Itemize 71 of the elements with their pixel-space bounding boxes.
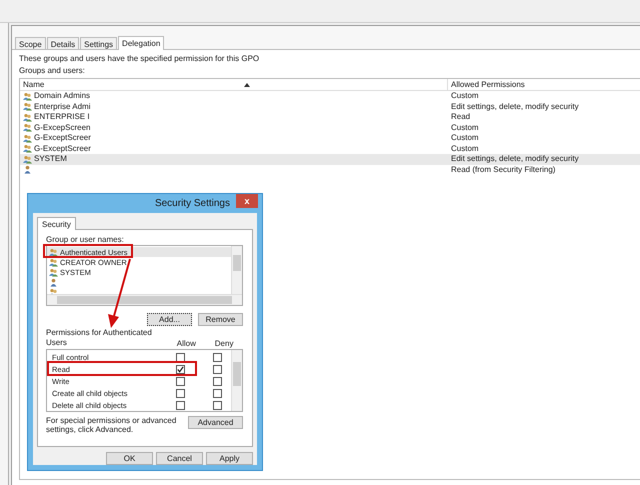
- checkbox[interactable]: [176, 388, 185, 398]
- permission-cell: Edit settings, delete, modify security: [451, 154, 579, 164]
- scrollbar[interactable]: [231, 246, 242, 294]
- column-header: Allow: [176, 339, 197, 348]
- permissions-label: Permissions for Authenticated Users: [46, 328, 153, 348]
- table-row[interactable]: G-ExceptScreer Custom: [20, 144, 640, 154]
- name-cell: G-ExceptScreer: [34, 133, 91, 144]
- users-icon: [23, 112, 32, 122]
- tab[interactable]: Details: [46, 37, 80, 49]
- users-icon: [49, 248, 58, 256]
- tab[interactable]: Security: [37, 217, 76, 230]
- dialog-button[interactable]: Cancel: [156, 452, 203, 465]
- checkbox[interactable]: [176, 400, 185, 410]
- permission-cell: Read (from Security Filtering): [451, 164, 556, 175]
- list-label: Groups and users:: [19, 65, 86, 77]
- users-icon: [49, 268, 58, 276]
- checkbox[interactable]: [213, 364, 222, 374]
- checkbox[interactable]: [213, 388, 222, 398]
- dialog-button[interactable]: OK: [106, 452, 153, 465]
- name-cell: G-ExcepScreen: [34, 122, 90, 133]
- description-text: These groups and users have the specified permission for this GPO: [19, 53, 260, 65]
- permission-cell: Custom: [451, 133, 479, 144]
- permission-cell: Custom: [451, 144, 479, 154]
- table-row[interactable]: ENTERPRISE I Read: [20, 112, 640, 122]
- column-header[interactable]: Name: [23, 80, 44, 89]
- column-header[interactable]: Allowed Permissions: [451, 80, 525, 89]
- close-button[interactable]: x: [236, 194, 258, 208]
- tab[interactable]: Delegation: [118, 36, 164, 50]
- users-icon: [23, 92, 32, 101]
- tab[interactable]: Scope: [15, 37, 46, 49]
- name-cell: SYSTEM: [34, 154, 67, 164]
- dialog-button[interactable]: Remove: [198, 313, 243, 326]
- name-cell: ENTERPRISE I: [34, 112, 90, 122]
- checkbox[interactable]: [176, 352, 185, 362]
- checkbox[interactable]: [176, 376, 185, 386]
- checkbox[interactable]: [213, 352, 222, 362]
- scrollbar[interactable]: [231, 350, 242, 411]
- advanced-button[interactable]: Advanced: [188, 416, 243, 429]
- scrollbar[interactable]: [47, 294, 242, 305]
- permission-cell: Custom: [451, 122, 479, 133]
- users-icon: [23, 134, 32, 143]
- checkbox[interactable]: [176, 364, 185, 374]
- name-cell: Domain Admins: [34, 91, 90, 102]
- table-row[interactable]: G-ExcepScreen Custom: [20, 122, 640, 133]
- table-row[interactable]: Domain Admins Custom: [20, 91, 640, 102]
- checkbox[interactable]: [213, 400, 222, 410]
- checkbox[interactable]: [213, 376, 222, 386]
- table-row[interactable]: SYSTEM Edit settings, delete, modify security: [20, 154, 640, 164]
- table-row[interactable]: Read (from Security Filtering): [20, 164, 640, 175]
- user-icon: [23, 165, 32, 174]
- table-row[interactable]: Enterprise Admi Edit settings, delete, modify security: [20, 102, 640, 112]
- users-icon: [23, 123, 32, 132]
- user-icon: [49, 278, 58, 286]
- names-label: Group or user names:: [46, 235, 125, 245]
- permission-cell: Read: [451, 112, 470, 122]
- dialog-button[interactable]: Add...: [147, 313, 192, 326]
- dialog-button[interactable]: Apply: [206, 452, 253, 465]
- window-title: Security Settings: [154, 198, 230, 209]
- sort-icon: [244, 82, 250, 86]
- permission-cell: Custom: [451, 91, 479, 102]
- name-cell: Enterprise Admi: [34, 102, 90, 112]
- users-icon: [49, 258, 58, 266]
- advanced-note: For special permissions or advanced settings, click Advanced.: [46, 416, 178, 434]
- column-header: Deny: [214, 339, 234, 348]
- users-icon: [23, 144, 32, 154]
- name-cell: G-ExceptScreer: [34, 144, 91, 154]
- table-row[interactable]: G-ExceptScreer Custom: [20, 133, 640, 144]
- users-icon: [23, 102, 32, 112]
- tab[interactable]: Settings: [80, 37, 118, 49]
- permission-cell: Edit settings, delete, modify security: [451, 102, 579, 112]
- users-icon: [23, 154, 32, 164]
